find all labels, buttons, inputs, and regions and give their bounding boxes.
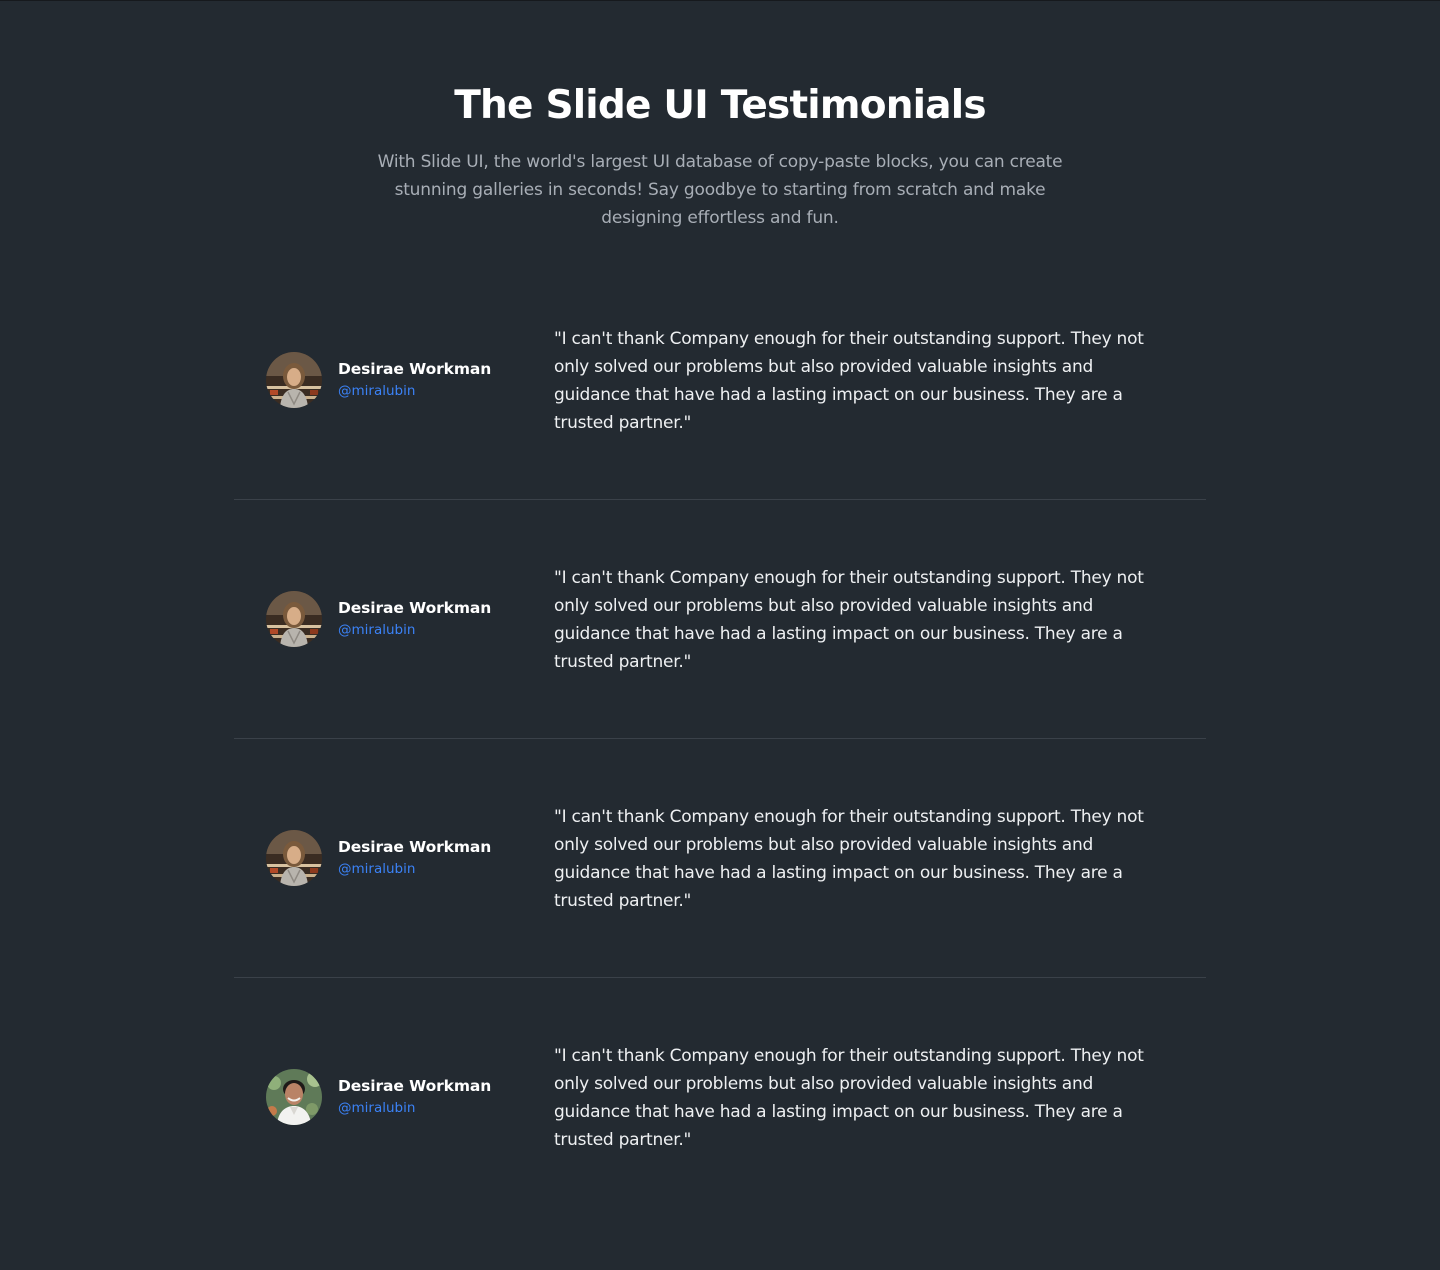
author-name: Desirae Workman xyxy=(338,599,492,617)
author-handle-link[interactable]: @miralubin xyxy=(338,1097,491,1119)
man-portrait-icon xyxy=(266,1069,322,1125)
testimonial-list: Desirae Workman @miralubin "I can't than… xyxy=(234,261,1206,1217)
testimonial-author: Desirae Workman @miralubin xyxy=(266,1069,491,1125)
testimonial-author: Desirae Workman @miralubin xyxy=(266,830,491,886)
avatar xyxy=(266,352,322,408)
avatar xyxy=(266,1069,322,1125)
author-name: Desirae Workman xyxy=(338,838,492,856)
testimonial-item: Desirae Workman @miralubin "I can't than… xyxy=(234,500,1206,739)
testimonial-item: Desirae Workman @miralubin "I can't than… xyxy=(234,261,1206,500)
woman-portrait-icon xyxy=(266,591,322,647)
page-subtitle: With Slide UI, the world's largest UI da… xyxy=(377,152,1063,228)
page-title: The Slide UI Testimonials xyxy=(454,83,986,128)
testimonial-quote: "I can't thank Company enough for their … xyxy=(554,568,1144,672)
testimonial-author: Desirae Workman @miralubin xyxy=(266,352,491,408)
author-name: Desirae Workman xyxy=(338,360,492,378)
author-handle-link[interactable]: @miralubin xyxy=(338,619,491,641)
author-name: Desirae Workman xyxy=(338,1077,492,1095)
avatar xyxy=(266,830,322,886)
woman-portrait-icon xyxy=(266,352,322,408)
author-handle-link[interactable]: @miralubin xyxy=(338,380,491,402)
testimonial-item: Desirae Workman @miralubin "I can't than… xyxy=(234,739,1206,978)
avatar xyxy=(266,591,322,647)
testimonial-item: Desirae Workman @miralubin "I can't than… xyxy=(234,978,1206,1217)
testimonial-quote: "I can't thank Company enough for their … xyxy=(554,807,1144,911)
testimonial-quote: "I can't thank Company enough for their … xyxy=(554,1046,1144,1150)
testimonial-author: Desirae Workman @miralubin xyxy=(266,591,491,647)
woman-portrait-icon xyxy=(266,830,322,886)
section-header: The Slide UI Testimonials With Slide UI,… xyxy=(0,82,1440,232)
testimonial-quote: "I can't thank Company enough for their … xyxy=(554,329,1144,433)
author-handle-link[interactable]: @miralubin xyxy=(338,858,491,880)
